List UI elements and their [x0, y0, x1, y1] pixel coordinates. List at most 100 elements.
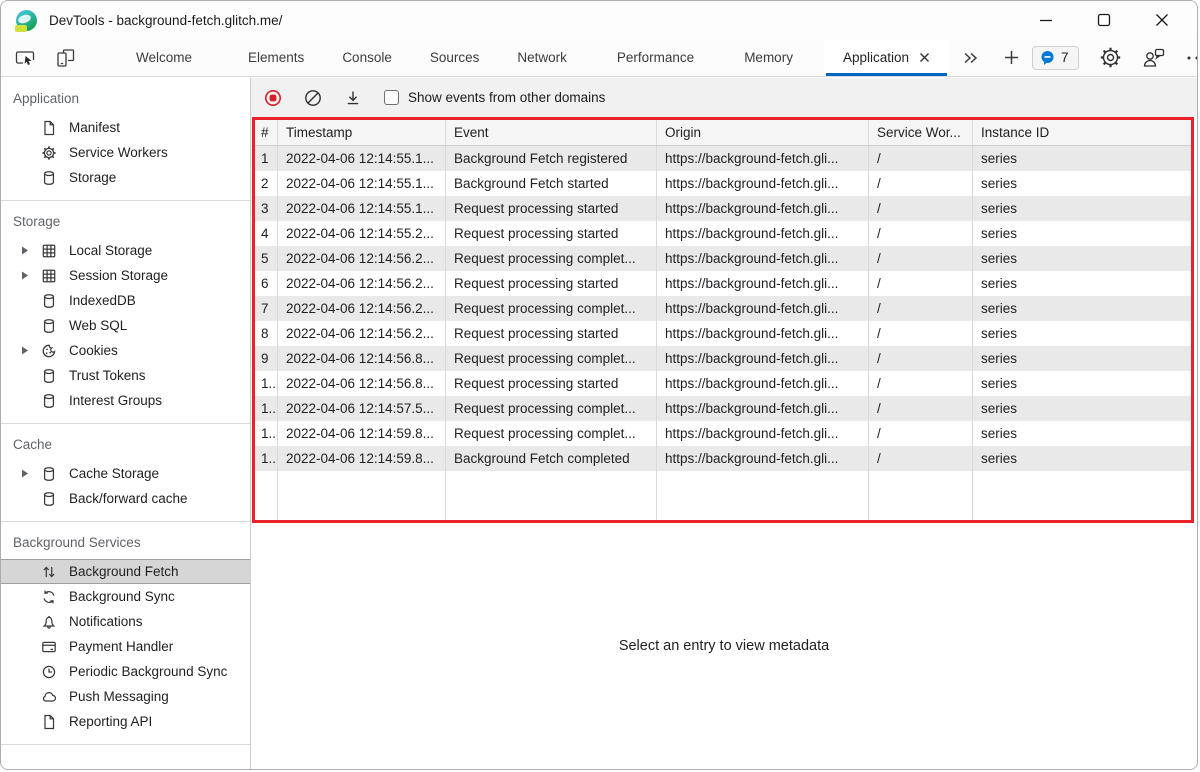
expand-triangle-icon[interactable] — [19, 245, 41, 256]
devtools-window: DevTools - background-fetch.glitch.me/ — [0, 0, 1198, 770]
clear-button[interactable] — [304, 89, 322, 107]
sync-icon — [41, 589, 60, 605]
sidebar-item-push-messaging[interactable]: Push Messaging — [1, 684, 250, 709]
sidebar-item-reporting-api[interactable]: Reporting API — [1, 709, 250, 734]
table-row[interactable]: 72022-04-06 12:14:56.2...Request process… — [255, 296, 1191, 321]
feedback-icon[interactable] — [1142, 47, 1166, 69]
sidebar-item-trust-tokens[interactable]: Trust Tokens — [1, 363, 250, 388]
table-icon — [41, 243, 60, 259]
device-toolbar-icon[interactable] — [55, 47, 77, 69]
database-icon — [41, 170, 60, 186]
table-row[interactable]: 32022-04-06 12:14:55.1...Request process… — [255, 196, 1191, 221]
metadata-pane: Select an entry to view metadata — [251, 523, 1197, 769]
record-button[interactable] — [264, 89, 282, 107]
database-icon — [41, 491, 60, 507]
document-icon — [41, 120, 60, 136]
sidebar-item-interest-groups[interactable]: Interest Groups — [1, 388, 250, 413]
devtools-tabbar: Welcome Elements Console Sources Network… — [1, 39, 1197, 77]
table-row[interactable]: 52022-04-06 12:14:56.2...Request process… — [255, 246, 1191, 271]
sidebar-item-back-forward-cache[interactable]: Back/forward cache — [1, 486, 250, 511]
background-fetch-toolbar: Show events from other domains — [251, 78, 1197, 117]
section-header-cache: Cache — [1, 428, 250, 461]
table-row[interactable]: 92022-04-06 12:14:56.8...Request process… — [255, 346, 1191, 371]
database-icon — [41, 293, 60, 309]
tab-close-icon[interactable] — [919, 52, 930, 63]
sidebar-item-cache-storage[interactable]: Cache Storage — [1, 461, 250, 486]
table-row[interactable]: 1..2022-04-06 12:14:59.8...Background Fe… — [255, 446, 1191, 471]
application-sidebar: Application Manifest — [1, 78, 251, 769]
tab-welcome[interactable]: Welcome — [117, 39, 211, 76]
sidebar-item-cookies[interactable]: Cookies — [1, 338, 250, 363]
show-events-checkbox[interactable]: Show events from other domains — [384, 90, 605, 105]
metadata-placeholder: Select an entry to view metadata — [619, 638, 829, 654]
clock-icon — [41, 664, 60, 680]
cloud-icon — [41, 689, 60, 705]
edge-devtools-logo-icon — [16, 10, 37, 31]
sidebar-item-storage[interactable]: Storage — [1, 165, 250, 190]
table-row[interactable]: 82022-04-06 12:14:56.2...Request process… — [255, 321, 1191, 346]
expand-triangle-icon[interactable] — [19, 345, 41, 356]
table-row[interactable]: 12022-04-06 12:14:55.1...Background Fetc… — [255, 146, 1191, 171]
section-header-application: Application — [1, 82, 250, 115]
bell-icon — [41, 614, 60, 630]
issues-chat-icon — [1040, 50, 1055, 66]
settings-gear-icon[interactable] — [1099, 46, 1122, 69]
sidebar-item-payment-handler[interactable]: Payment Handler — [1, 634, 250, 659]
more-tabs-chevron-icon[interactable] — [949, 39, 991, 76]
gear-icon — [41, 145, 60, 161]
sidebar-item-manifest[interactable]: Manifest — [1, 115, 250, 140]
tab-elements[interactable]: Elements — [229, 39, 323, 76]
table-row[interactable]: 62022-04-06 12:14:56.2...Request process… — [255, 271, 1191, 296]
updown-arrows-icon — [41, 564, 60, 580]
window-title: DevTools - background-fetch.glitch.me/ — [49, 13, 282, 28]
table-header-row[interactable]: # Timestamp Event Origin Service Wor... … — [255, 120, 1191, 146]
database-icon — [41, 318, 60, 334]
download-icon[interactable] — [344, 89, 362, 107]
table-row[interactable]: 22022-04-06 12:14:55.1...Background Fetc… — [255, 171, 1191, 196]
checkbox-box[interactable] — [384, 90, 399, 105]
table-icon — [41, 268, 60, 284]
tab-memory[interactable]: Memory — [725, 39, 812, 76]
database-icon — [41, 393, 60, 409]
table-row[interactable]: 1..2022-04-06 12:14:56.8...Request proce… — [255, 371, 1191, 396]
tab-performance[interactable]: Performance — [598, 39, 713, 76]
database-icon — [41, 368, 60, 384]
document-icon — [41, 714, 60, 730]
tab-application[interactable]: Application — [824, 39, 949, 76]
sidebar-item-notifications[interactable]: Notifications — [1, 609, 250, 634]
card-icon — [41, 639, 60, 655]
inspect-element-icon[interactable] — [15, 47, 37, 69]
checkbox-label: Show events from other domains — [408, 90, 605, 105]
expand-triangle-icon[interactable] — [19, 270, 41, 281]
issues-counter[interactable]: 7 — [1032, 46, 1079, 70]
more-options-icon[interactable] — [1186, 55, 1198, 61]
table-row[interactable]: 1..2022-04-06 12:14:57.5...Request proce… — [255, 396, 1191, 421]
maximize-button[interactable] — [1097, 13, 1111, 27]
sidebar-bottom-divider — [1, 744, 250, 754]
expand-triangle-icon[interactable] — [19, 468, 41, 479]
sidebar-item-background-sync[interactable]: Background Sync — [1, 584, 250, 609]
sidebar-item-periodic-background-sync[interactable]: Periodic Background Sync — [1, 659, 250, 684]
tab-console[interactable]: Console — [323, 39, 411, 76]
tab-sources[interactable]: Sources — [411, 39, 499, 76]
close-button[interactable] — [1155, 13, 1169, 27]
sidebar-item-background-fetch[interactable]: Background Fetch — [1, 559, 250, 584]
tab-application-label: Application — [843, 50, 909, 65]
sidebar-item-local-storage[interactable]: Local Storage — [1, 238, 250, 263]
table-row[interactable]: 1..2022-04-06 12:14:59.8...Request proce… — [255, 421, 1191, 446]
issues-count-label: 7 — [1061, 50, 1069, 65]
sidebar-item-service-workers[interactable]: Service Workers — [1, 140, 250, 165]
sidebar-item-web-sql[interactable]: Web SQL — [1, 313, 250, 338]
titlebar: DevTools - background-fetch.glitch.me/ — [1, 1, 1197, 39]
add-tab-plus-icon[interactable] — [991, 39, 1032, 76]
sidebar-item-indexeddb[interactable]: IndexedDB — [1, 288, 250, 313]
table-row[interactable]: 42022-04-06 12:14:55.2...Request process… — [255, 221, 1191, 246]
section-header-storage: Storage — [1, 205, 250, 238]
minimize-button[interactable] — [1039, 13, 1053, 27]
tab-network[interactable]: Network — [498, 39, 586, 76]
table-empty-area — [255, 471, 1191, 520]
cookie-icon — [41, 343, 60, 359]
database-icon — [41, 466, 60, 482]
events-table-highlighted: # Timestamp Event Origin Service Wor... … — [252, 117, 1194, 523]
sidebar-item-session-storage[interactable]: Session Storage — [1, 263, 250, 288]
